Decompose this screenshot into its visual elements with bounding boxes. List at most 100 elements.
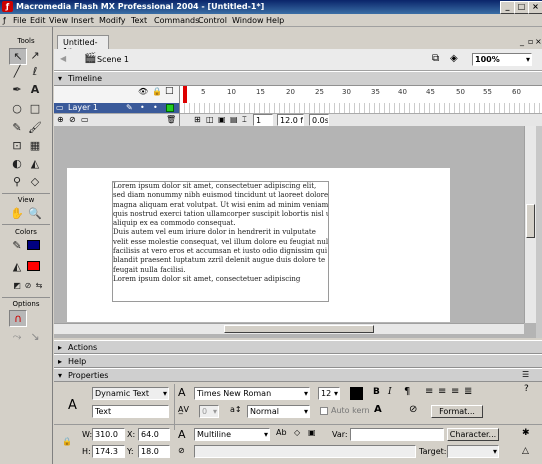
menu-window[interactable]: Window xyxy=(232,16,264,25)
options-menu-icon[interactable]: ☰ xyxy=(522,370,529,379)
back-arrow-icon[interactable]: ◀ xyxy=(60,54,66,63)
format-button[interactable]: Format... xyxy=(431,405,483,418)
menu-view[interactable]: View xyxy=(49,16,68,25)
subselect-tool-icon[interactable]: ↗ xyxy=(27,48,43,63)
frame-grid[interactable]: 5 10 15 20 25 30 35 40 45 50 55 60 ⊞ ◫ ▣… xyxy=(179,86,542,126)
modify-onion-markers-icon[interactable]: ⌶ xyxy=(242,115,247,125)
help-panel-header[interactable]: ▸ Help xyxy=(54,354,542,368)
horizontal-scrollbar[interactable] xyxy=(54,323,524,334)
horizontal-scroll-thumb[interactable] xyxy=(224,325,374,333)
straighten-icon[interactable]: ↘ xyxy=(27,329,43,344)
tab-untitled-1[interactable]: Untitled-1* xyxy=(57,35,109,56)
menu-help[interactable]: Help xyxy=(266,16,284,25)
align-left-icon[interactable]: ≡ xyxy=(425,386,433,397)
eyedropper-tool-icon[interactable]: ⚲ xyxy=(9,174,25,189)
hand-tool-icon[interactable]: ✋ xyxy=(9,206,25,221)
restore-button[interactable]: □ xyxy=(514,1,529,14)
onion-outline-icon[interactable]: ▣ xyxy=(218,115,226,124)
menu-edit[interactable]: Edit xyxy=(30,16,46,25)
help-icon[interactable]: ? xyxy=(524,384,529,394)
fill-color-swatch[interactable] xyxy=(27,261,40,271)
text-direction-icon[interactable]: ¶ xyxy=(404,386,410,397)
expand-arrow-icon[interactable]: ▸ xyxy=(58,343,62,352)
align-center-icon[interactable]: ≡ xyxy=(438,386,446,397)
actions-panel-header[interactable]: ▸ Actions xyxy=(54,340,542,354)
lasso-tool-icon[interactable]: ℓ xyxy=(27,64,43,79)
bold-button[interactable]: B xyxy=(373,387,380,397)
text-color-swatch[interactable] xyxy=(350,387,363,400)
baseline-select[interactable]: Normal xyxy=(247,405,310,418)
lock-icon[interactable]: 🔒 xyxy=(152,87,162,96)
free-transform-tool-icon[interactable]: ⊡ xyxy=(9,138,25,153)
eraser-tool-icon[interactable]: ◇ xyxy=(27,174,43,189)
accessibility-icon[interactable]: ✱ xyxy=(522,428,530,438)
collapse-arrow-icon[interactable]: ▾ xyxy=(58,371,62,380)
close-doc-icon[interactable]: × xyxy=(535,37,542,46)
add-guide-layer-icon[interactable]: ⊘ xyxy=(69,115,76,124)
layer-row[interactable]: ▭ Layer 1 ✎ • • xyxy=(54,103,179,113)
insert-folder-icon[interactable]: ▭ xyxy=(81,115,89,124)
auto-kern-checkbox[interactable] xyxy=(320,407,328,415)
restore-doc-icon[interactable]: ▫ xyxy=(528,37,533,46)
stroke-color-swatch[interactable] xyxy=(27,240,40,250)
width-field[interactable]: 310.0 xyxy=(92,428,125,441)
zoom-select[interactable]: 100% xyxy=(472,53,532,66)
menu-text[interactable]: Text xyxy=(131,16,147,25)
text-type-select[interactable]: Dynamic Text xyxy=(92,387,169,400)
expand-arrow-icon[interactable]: ▸ xyxy=(58,357,62,366)
layer-name[interactable]: Layer 1 xyxy=(68,103,98,112)
selectable-icon[interactable]: Ab xyxy=(276,428,287,437)
align-right-icon[interactable]: ≡ xyxy=(451,386,459,397)
instance-name-field[interactable]: Text xyxy=(92,405,169,418)
menu-insert[interactable]: Insert xyxy=(71,16,94,25)
lock-icon[interactable]: 🔒 xyxy=(62,437,72,446)
align-justify-icon[interactable]: ≣ xyxy=(464,386,472,397)
collapse-arrow-icon[interactable]: ▾ xyxy=(58,74,62,83)
y-field[interactable]: 18.0 xyxy=(138,445,170,458)
layer-lock-dot[interactable]: • xyxy=(153,103,158,112)
arrow-tool-icon[interactable]: ↖ xyxy=(9,48,27,65)
font-select[interactable]: Times New Roman xyxy=(194,387,310,400)
menu-commands[interactable]: Commands xyxy=(154,16,199,25)
delete-layer-icon[interactable]: 🗑 xyxy=(166,115,176,124)
fill-transform-tool-icon[interactable]: ▦ xyxy=(27,138,43,153)
brush-tool-icon[interactable]: 🖌 xyxy=(27,120,43,135)
outline-icon[interactable]: □ xyxy=(165,86,174,96)
minimize-button[interactable]: _ xyxy=(500,1,515,14)
menu-modify[interactable]: Modify xyxy=(99,16,126,25)
snap-magnet-icon[interactable]: ∩ xyxy=(9,310,27,327)
edit-scene-icon[interactable]: ⧉ xyxy=(432,53,439,64)
height-field[interactable]: 174.3 xyxy=(92,445,125,458)
zoom-tool-icon[interactable]: 🔍 xyxy=(27,206,43,221)
variable-field[interactable] xyxy=(350,428,444,441)
center-frame-icon[interactable]: ⊞ xyxy=(194,115,201,124)
paint-bucket-tool-icon[interactable]: ◭ xyxy=(27,156,43,171)
italic-button[interactable]: I xyxy=(388,387,392,397)
target-select[interactable] xyxy=(447,445,499,458)
font-size-field[interactable]: 12 xyxy=(318,387,340,400)
scene-name[interactable]: Scene 1 xyxy=(97,55,129,64)
properties-panel-header[interactable]: ▾ Properties ☰ xyxy=(54,368,542,382)
smooth-icon[interactable]: ⤳ xyxy=(9,329,25,344)
swap-colors-icon[interactable]: ⇆ xyxy=(31,278,47,293)
timeline-header[interactable]: ▾ Timeline xyxy=(54,71,542,86)
oval-tool-icon[interactable]: ○ xyxy=(9,101,25,116)
line-tool-icon[interactable]: ╱ xyxy=(9,64,25,79)
menu-control[interactable]: Control xyxy=(198,16,227,25)
vertical-scrollbar[interactable] xyxy=(524,126,536,323)
panel-splitter[interactable] xyxy=(536,126,542,338)
rectangle-tool-icon[interactable]: □ xyxy=(27,101,43,116)
pencil-tool-icon[interactable]: ✎ xyxy=(9,120,25,135)
character-button[interactable]: Character... xyxy=(447,428,499,441)
edit-multiple-frames-icon[interactable]: ▤ xyxy=(230,115,238,124)
menu-file[interactable]: File xyxy=(13,16,26,25)
app-menu-icon[interactable]: ƒ xyxy=(3,16,6,25)
expand-panel-icon[interactable]: △ xyxy=(522,446,529,456)
ink-bottle-tool-icon[interactable]: ◐ xyxy=(9,156,25,171)
x-field[interactable]: 64.0 xyxy=(138,428,170,441)
close-button[interactable]: × xyxy=(528,1,542,14)
link-icon[interactable]: ⊘ xyxy=(409,404,417,415)
line-type-select[interactable]: Multiline xyxy=(194,428,270,441)
border-icon[interactable]: ▣ xyxy=(308,428,316,437)
vertical-scroll-thumb[interactable] xyxy=(526,204,535,238)
